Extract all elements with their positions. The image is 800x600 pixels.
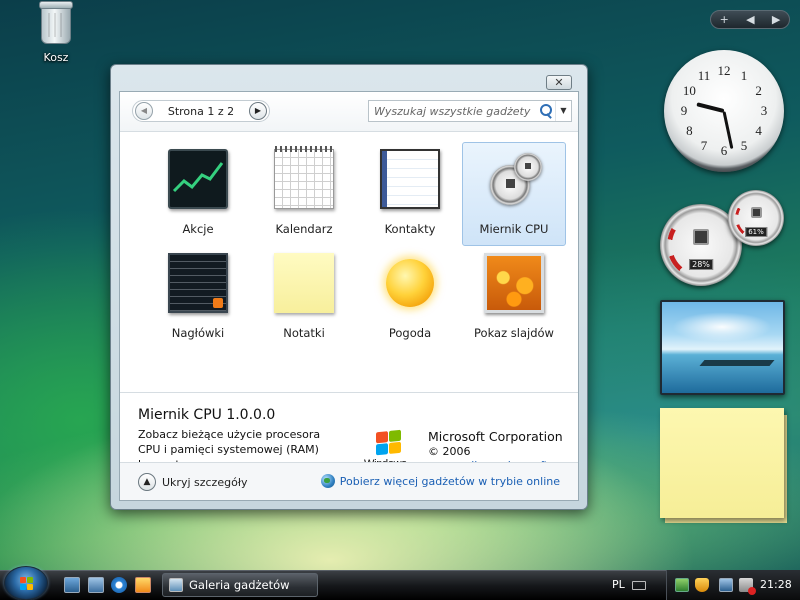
search-input[interactable] [374,104,537,118]
clock-hour-hand [696,102,725,113]
gadget-tile-pokaz-slajdow[interactable]: Pokaz slajdów [462,246,566,350]
sidebar-next-button[interactable]: ▶ [772,13,780,26]
clock-number: 2 [755,83,762,98]
gadget-grid: Akcje Kalendarz Kontakty Miernik CPU Nag… [120,132,578,372]
contacts-icon [380,149,440,209]
sidebar-controls: + ◀ ▶ [710,10,790,29]
cpu-percent: 28% [689,259,713,270]
search-box: ▼ [368,100,572,122]
recycle-bin-label: Kosz [43,51,69,64]
chevron-up-icon: ▲ [138,473,156,491]
gadget-tile-notatki[interactable]: Notatki [252,246,356,350]
ram-gauge: 61% [728,190,784,246]
gadget-label: Kontakty [384,222,436,236]
search-dropdown-button[interactable]: ▼ [555,101,571,121]
hide-details-button[interactable]: ▲ Ukryj szczegóły [138,473,247,491]
gadget-label: Kalendarz [275,222,333,236]
gadget-gallery-window: ✕ ◀ Strona 1 z 2 ▶ ▼ Akcje K [110,64,588,510]
gadget-label: Nagłówki [171,326,225,340]
copyright: © 2006 [428,445,471,458]
keyboard-icon[interactable] [632,581,646,590]
taskbar-button-gadget-gallery[interactable]: Galeria gadżetów [162,573,318,597]
gadget-tile-naglowki[interactable]: Nagłówki [146,246,250,350]
search-icon[interactable] [537,101,555,121]
gallery-footer: ▲ Ukryj szczegóły Pobierz więcej gadżetó… [120,462,578,500]
clock-number: 9 [680,103,688,118]
gadget-label: Miernik CPU [479,222,549,236]
language-indicator[interactable]: PL [612,578,625,591]
windows-flag-icon [20,577,34,590]
gadget-tile-kalendarz[interactable]: Kalendarz [252,142,356,246]
security-shield-icon[interactable] [695,578,709,592]
clock-number: 11 [697,68,711,84]
clock-number: 3 [760,103,768,118]
switch-windows-icon[interactable] [88,577,104,593]
page-indicator: Strona 1 z 2 [167,104,235,118]
prev-page-button[interactable]: ◀ [135,102,153,120]
hide-details-label: Ukryj szczegóły [162,475,248,489]
volume-muted-icon[interactable] [739,578,756,595]
stocks-icon [168,149,228,209]
notes-gadget[interactable] [660,408,784,518]
cpu-meter-gadget[interactable]: 28% 61% [660,190,784,286]
notes-icon [274,253,334,313]
clock-number: 5 [740,137,748,153]
recycle-bin-icon [39,1,73,44]
sidebar-prev-button[interactable]: ◀ [746,13,754,26]
clock-number: 4 [755,123,762,138]
gadget-label: Pokaz slajdów [474,326,554,340]
taskbar-button-label: Galeria gadżetów [189,578,290,592]
add-gadget-button[interactable]: + [720,13,729,26]
get-more-gadgets-link[interactable]: Pobierz więcej gadżetów w trybie online [320,474,560,488]
gadget-gallery-icon [169,578,183,592]
clock-number: 7 [700,137,708,153]
get-more-gadgets-label: Pobierz więcej gadżetów w trybie online [339,474,560,488]
clock-number: 10 [682,83,696,98]
gadget-label: Akcje [182,222,214,236]
network-icon[interactable] [719,578,733,592]
taskbar-clock[interactable]: 21:28 [760,578,792,591]
next-page-button[interactable]: ▶ [249,102,267,120]
clock-number: 12 [717,63,731,78]
slideshow-gadget[interactable] [660,300,785,395]
clock-number: 6 [720,143,728,158]
recycle-bin[interactable]: Kosz [28,1,84,64]
clock-gadget[interactable]: 12 1 2 3 4 5 6 7 8 9 10 11 [664,50,784,172]
gallery-toolbar: ◀ Strona 1 z 2 ▶ ▼ [120,92,578,132]
windows-flag-icon [376,429,402,457]
pager: ◀ Strona 1 z 2 ▶ [132,100,270,122]
cpu-meter-icon [484,149,544,209]
gadget-tile-pogoda[interactable]: Pogoda [358,246,462,350]
media-player-icon[interactable] [135,577,151,593]
clock-number: 1 [740,68,748,84]
globe-icon [320,474,335,488]
gadget-tile-miernik-cpu[interactable]: Miernik CPU [462,142,566,246]
slideshow-icon [484,253,544,313]
calendar-icon [274,146,334,209]
gadget-name: Miernik CPU 1.0.0.0 [138,407,276,423]
cpu-chip-icon [693,228,709,245]
close-button[interactable]: ✕ [546,75,572,90]
publisher: Microsoft Corporation [428,429,563,444]
gadget-label: Pogoda [388,326,432,340]
start-button[interactable] [4,566,48,600]
gadget-label: Notatki [283,326,325,340]
clock-number: 8 [686,123,693,138]
gadget-tile-kontakty[interactable]: Kontakty [358,142,462,246]
gallery-content: ◀ Strona 1 z 2 ▶ ▼ Akcje Kalendarz [119,91,579,501]
gadget-tile-akcje[interactable]: Akcje [146,142,250,246]
weather-icon [380,253,440,313]
ram-chip-icon [751,207,762,219]
show-desktop-icon[interactable] [64,577,80,593]
headlines-icon [168,253,228,313]
network-sidebar-icon[interactable] [675,578,689,592]
ram-percent: 61% [745,227,767,237]
internet-explorer-icon[interactable] [111,577,127,593]
